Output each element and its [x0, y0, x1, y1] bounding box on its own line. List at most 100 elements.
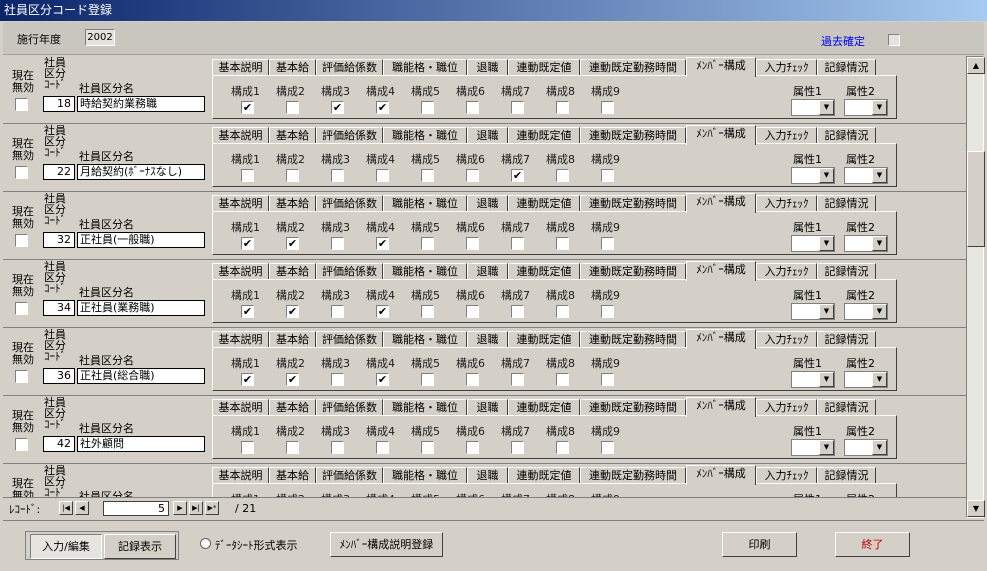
- tab-7[interactable]: ﾒﾝﾊﾞｰ構成: [686, 125, 756, 145]
- kosei-checkbox[interactable]: [601, 305, 614, 318]
- tab-5[interactable]: 連動既定値: [508, 467, 580, 484]
- tab-2[interactable]: 評価給係数: [316, 263, 383, 280]
- code-field[interactable]: 36: [43, 368, 75, 384]
- tab-1[interactable]: 基本給: [269, 59, 316, 76]
- scroll-down-icon[interactable]: ▼: [967, 500, 985, 517]
- kosei-checkbox[interactable]: [556, 305, 569, 318]
- tab-9[interactable]: 記録情況: [817, 399, 876, 416]
- current-record-field[interactable]: 5: [103, 501, 169, 516]
- kosei-checkbox[interactable]: [331, 373, 344, 386]
- code-field[interactable]: 18: [43, 96, 75, 112]
- kosei-checkbox[interactable]: [601, 169, 614, 182]
- zokusei-select[interactable]: ▼: [844, 99, 888, 116]
- code-field[interactable]: 42: [43, 436, 75, 452]
- zokusei-select[interactable]: ▼: [844, 371, 888, 388]
- mukou-checkbox[interactable]: [15, 98, 28, 111]
- tab-6[interactable]: 連動既定勤務時間: [580, 59, 686, 76]
- tab-8[interactable]: 入力ﾁｪｯｸ: [756, 467, 817, 484]
- kosei-checkbox[interactable]: [556, 373, 569, 386]
- kosei-checkbox[interactable]: [511, 237, 524, 250]
- tab-6[interactable]: 連動既定勤務時間: [580, 195, 686, 212]
- kosei-checkbox[interactable]: [556, 169, 569, 182]
- kosei-checkbox[interactable]: [556, 441, 569, 454]
- kosei-checkbox[interactable]: [466, 373, 479, 386]
- kosei-checkbox[interactable]: ✔: [241, 237, 254, 250]
- kosei-checkbox[interactable]: [466, 237, 479, 250]
- code-field[interactable]: 32: [43, 232, 75, 248]
- kosei-checkbox[interactable]: [421, 305, 434, 318]
- zokusei-select[interactable]: ▼: [791, 235, 835, 252]
- zokusei-select[interactable]: ▼: [844, 303, 888, 320]
- tab-2[interactable]: 評価給係数: [316, 127, 383, 144]
- mukou-checkbox[interactable]: [15, 302, 28, 315]
- tab-4[interactable]: 退職: [467, 467, 508, 484]
- kosei-checkbox[interactable]: [421, 373, 434, 386]
- kosei-checkbox[interactable]: [601, 101, 614, 114]
- chevron-down-icon[interactable]: ▼: [819, 304, 834, 319]
- tab-4[interactable]: 退職: [467, 331, 508, 348]
- tab-1[interactable]: 基本給: [269, 263, 316, 280]
- chevron-down-icon[interactable]: ▼: [819, 168, 834, 183]
- tab-1[interactable]: 基本給: [269, 467, 316, 484]
- code-field[interactable]: 22: [43, 164, 75, 180]
- tab-0[interactable]: 基本説明: [212, 263, 269, 280]
- kosei-checkbox[interactable]: [466, 101, 479, 114]
- tab-3[interactable]: 職能格・職位: [383, 127, 467, 144]
- next-record-icon[interactable]: ▶: [173, 501, 187, 515]
- tab-3[interactable]: 職能格・職位: [383, 195, 467, 212]
- tab-3[interactable]: 職能格・職位: [383, 331, 467, 348]
- kosei-checkbox[interactable]: [421, 169, 434, 182]
- tab-7[interactable]: ﾒﾝﾊﾞｰ構成: [686, 57, 756, 77]
- kosei-checkbox[interactable]: [286, 169, 299, 182]
- zokusei-select[interactable]: ▼: [844, 167, 888, 184]
- name-field[interactable]: 月給契約(ﾎﾞｰﾅｽなし): [77, 164, 205, 180]
- kosei-checkbox[interactable]: [556, 237, 569, 250]
- tab-2[interactable]: 評価給係数: [316, 399, 383, 416]
- kosei-checkbox[interactable]: [601, 237, 614, 250]
- year-field[interactable]: 2002: [85, 29, 115, 46]
- tab-7[interactable]: ﾒﾝﾊﾞｰ構成: [686, 329, 756, 349]
- name-field[interactable]: 正社員(総合職): [77, 368, 205, 384]
- vertical-scrollbar[interactable]: ▲ ▼: [966, 56, 985, 518]
- tab-8[interactable]: 入力ﾁｪｯｸ: [756, 331, 817, 348]
- chevron-down-icon[interactable]: ▼: [872, 100, 887, 115]
- zokusei-select[interactable]: ▼: [791, 167, 835, 184]
- kosei-checkbox[interactable]: ✔: [286, 305, 299, 318]
- kosei-checkbox[interactable]: ✔: [241, 101, 254, 114]
- member-desc-button[interactable]: ﾒﾝﾊﾞｰ構成説明登録: [330, 532, 443, 557]
- print-button[interactable]: 印刷: [722, 532, 797, 557]
- tab-9[interactable]: 記録情況: [817, 331, 876, 348]
- tab-2[interactable]: 評価給係数: [316, 195, 383, 212]
- kosei-checkbox[interactable]: ✔: [511, 169, 524, 182]
- tab-1[interactable]: 基本給: [269, 127, 316, 144]
- tab-8[interactable]: 入力ﾁｪｯｸ: [756, 399, 817, 416]
- tab-4[interactable]: 退職: [467, 195, 508, 212]
- tab-5[interactable]: 連動既定値: [508, 59, 580, 76]
- kosei-checkbox[interactable]: ✔: [241, 373, 254, 386]
- kosei-checkbox[interactable]: ✔: [376, 101, 389, 114]
- tab-9[interactable]: 記録情況: [817, 195, 876, 212]
- tab-1[interactable]: 基本給: [269, 331, 316, 348]
- tab-6[interactable]: 連動既定勤務時間: [580, 331, 686, 348]
- tab-2[interactable]: 評価給係数: [316, 331, 383, 348]
- tab-5[interactable]: 連動既定値: [508, 195, 580, 212]
- tab-7[interactable]: ﾒﾝﾊﾞｰ構成: [686, 193, 756, 213]
- kosei-checkbox[interactable]: [331, 237, 344, 250]
- code-field[interactable]: 34: [43, 300, 75, 316]
- kosei-checkbox[interactable]: [331, 169, 344, 182]
- tab-3[interactable]: 職能格・職位: [383, 399, 467, 416]
- name-field[interactable]: 正社員(一般職): [77, 232, 205, 248]
- kosei-checkbox[interactable]: [601, 373, 614, 386]
- kosei-checkbox[interactable]: [466, 441, 479, 454]
- record-view-button[interactable]: 記録表示: [104, 534, 176, 559]
- zokusei-select[interactable]: ▼: [791, 303, 835, 320]
- kosei-checkbox[interactable]: [331, 441, 344, 454]
- kosei-checkbox[interactable]: [556, 101, 569, 114]
- tab-0[interactable]: 基本説明: [212, 331, 269, 348]
- name-field[interactable]: 時給契約業務職: [77, 96, 205, 112]
- tab-6[interactable]: 連動既定勤務時間: [580, 127, 686, 144]
- tab-8[interactable]: 入力ﾁｪｯｸ: [756, 59, 817, 76]
- kosei-checkbox[interactable]: ✔: [376, 373, 389, 386]
- tab-7[interactable]: ﾒﾝﾊﾞｰ構成: [686, 465, 756, 485]
- name-field[interactable]: 正社員(業務職): [77, 300, 205, 316]
